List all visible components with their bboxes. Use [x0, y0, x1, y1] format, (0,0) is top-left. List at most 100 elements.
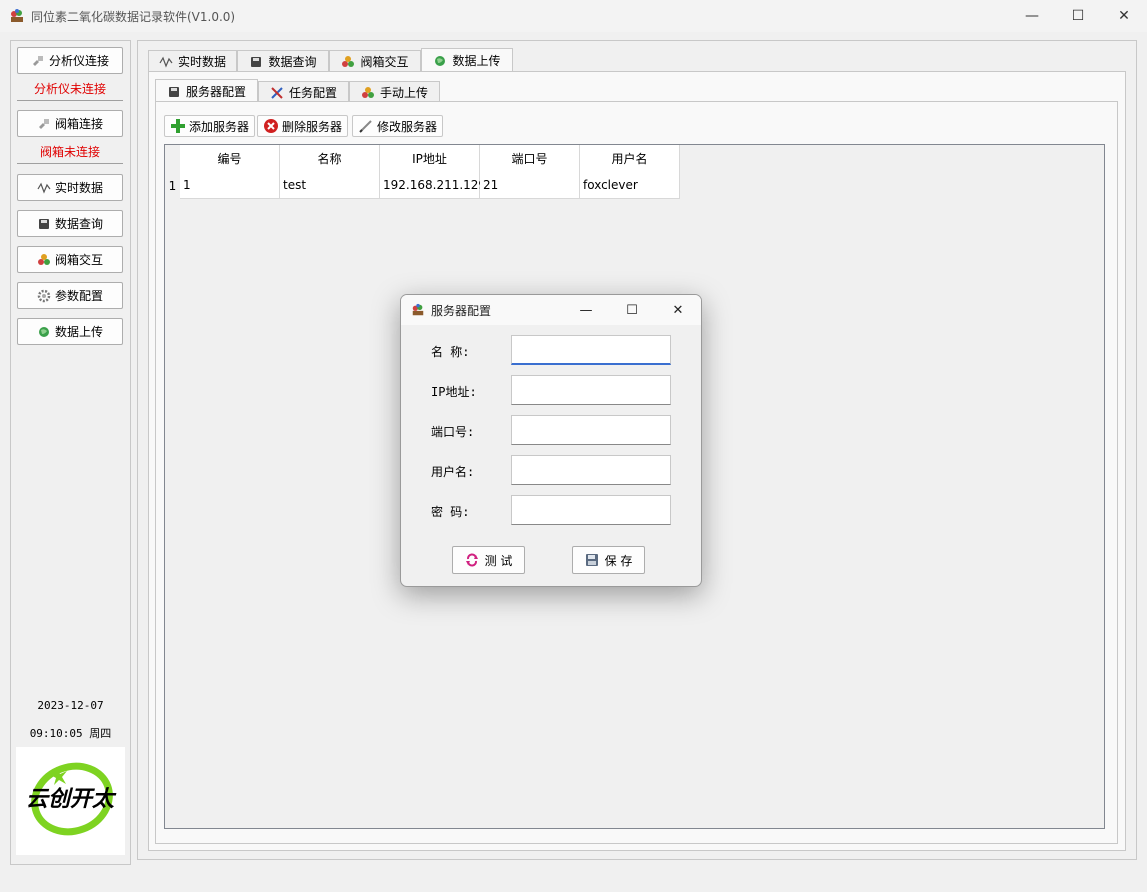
sidebar: 分析仪连接 分析仪未连接 阀箱连接 阀箱未连接 实时数据 数据查询 阀箱交互 参… [10, 40, 131, 865]
tab-label: 阀箱交互 [360, 55, 409, 69]
table-cell[interactable]: 1 [180, 172, 280, 199]
name-label: 名 称: [431, 345, 470, 359]
column-header[interactable]: 用户名 [580, 145, 680, 172]
floppy-disk-icon [585, 553, 599, 567]
cluster-icon [361, 86, 375, 100]
logo-text: 云创开太 [26, 786, 117, 811]
database-icon [249, 55, 263, 69]
realtime-data-button[interactable]: 实时数据 [17, 174, 123, 201]
plug-icon [37, 117, 51, 131]
username-input[interactable] [511, 455, 671, 485]
refresh-icon [465, 553, 479, 567]
name-input[interactable] [511, 335, 671, 365]
subtab-label: 任务配置 [288, 86, 337, 100]
tab-label: 数据上传 [452, 54, 501, 68]
analyzer-connect-label: 分析仪连接 [48, 54, 109, 68]
edit-server-button[interactable]: 修改服务器 [352, 115, 444, 137]
app-icon [411, 303, 425, 317]
dialog-title-bar[interactable]: 服务器配置 — ☐ ✕ [401, 295, 701, 325]
column-header[interactable]: 名称 [280, 145, 380, 172]
table-cell[interactable]: 192.168.211.129 [380, 172, 486, 199]
database-icon [167, 85, 181, 99]
cluster-icon [37, 253, 51, 267]
delete-server-label: 删除服务器 [282, 119, 343, 134]
valve-interaction-label: 阀箱交互 [54, 253, 103, 267]
server-config-dialog: 服务器配置 — ☐ ✕ 名 称: IP地址: 端口号: 用户名: 密 码: 测 … [400, 294, 702, 587]
tab-interaction[interactable]: 阀箱交互 [329, 50, 421, 72]
delete-server-button[interactable]: 删除服务器 [257, 115, 349, 137]
valve-status: 阀箱未连接 [39, 145, 100, 159]
company-logo: 云创开太 [16, 747, 125, 855]
valve-interaction-button[interactable]: 阀箱交互 [17, 246, 123, 273]
database-icon [37, 217, 51, 231]
subtab-label: 服务器配置 [185, 85, 246, 99]
analyzer-status: 分析仪未连接 [33, 82, 106, 96]
row-number[interactable]: 1 [165, 172, 180, 199]
add-server-label: 添加服务器 [189, 119, 250, 134]
dialog-close-button[interactable]: ✕ [655, 295, 701, 325]
ip-label: IP地址: [431, 385, 477, 399]
title-bar: 同位素二氧化碳数据记录软件(V1.0.0) — ☐ ✕ [0, 0, 1147, 32]
ip-input[interactable] [511, 375, 671, 405]
dialog-title: 服务器配置 [431, 303, 492, 318]
valve-connect-button[interactable]: 阀箱连接 [17, 110, 123, 137]
gear-icon [37, 289, 51, 303]
maximize-button[interactable]: ☐ [1055, 0, 1101, 32]
date-display: 2023-12-07 [37, 699, 104, 712]
data-upload-button[interactable]: 数据上传 [17, 318, 123, 345]
port-input[interactable] [511, 415, 671, 445]
column-header[interactable]: 端口号 [480, 145, 580, 172]
password-input[interactable] [511, 495, 671, 525]
tab-label: 数据查询 [268, 55, 317, 69]
close-button[interactable]: ✕ [1101, 0, 1147, 32]
tab-label: 实时数据 [177, 55, 226, 69]
test-button-label: 测 试 [484, 553, 513, 568]
window-title: 同位素二氧化碳数据记录软件(V1.0.0) [31, 9, 236, 24]
minimize-button[interactable]: — [1009, 0, 1055, 32]
param-config-button[interactable]: 参数配置 [17, 282, 123, 309]
data-upload-label: 数据上传 [54, 325, 103, 339]
row-header-gutter [165, 145, 180, 828]
save-button-label: 保 存 [604, 553, 633, 568]
globe-icon [37, 325, 51, 339]
realtime-data-label: 实时数据 [54, 181, 103, 195]
tab-query[interactable]: 数据查询 [237, 50, 329, 72]
delete-icon [263, 118, 279, 134]
edit-server-label: 修改服务器 [377, 119, 438, 134]
table-cell[interactable]: test [280, 172, 380, 199]
add-server-button[interactable]: 添加服务器 [164, 115, 256, 137]
app-icon [9, 8, 25, 24]
table-cell[interactable]: foxclever [580, 172, 680, 199]
dialog-maximize-button[interactable]: ☐ [609, 295, 655, 325]
pencil-icon [358, 118, 374, 134]
save-button[interactable]: 保 存 [572, 546, 645, 574]
valve-connect-label: 阀箱连接 [54, 117, 103, 131]
plus-icon [170, 118, 186, 134]
divider [17, 100, 123, 101]
subtab-server-config[interactable]: 服务器配置 [155, 79, 258, 103]
param-config-label: 参数配置 [54, 289, 103, 303]
waveform-icon [37, 181, 51, 195]
column-header[interactable]: 编号 [180, 145, 280, 172]
cluster-icon [341, 55, 355, 69]
waveform-icon [159, 55, 173, 69]
dialog-minimize-button[interactable]: — [563, 295, 609, 325]
subtab-task-config[interactable]: 任务配置 [258, 81, 349, 103]
tab-upload[interactable]: 数据上传 [421, 48, 513, 72]
data-query-button[interactable]: 数据查询 [17, 210, 123, 237]
analyzer-connect-button[interactable]: 分析仪连接 [17, 47, 123, 74]
tab-realtime[interactable]: 实时数据 [148, 50, 237, 72]
port-label: 端口号: [431, 425, 475, 439]
column-header[interactable]: IP地址 [380, 145, 480, 172]
globe-icon [433, 54, 447, 68]
subtab-label: 手动上传 [379, 86, 428, 100]
table-cell[interactable]: 21 [480, 172, 580, 199]
tools-icon [270, 86, 284, 100]
subtab-manual-upload[interactable]: 手动上传 [349, 81, 440, 103]
time-display: 09:10:05 周四 [29, 727, 112, 740]
username-label: 用户名: [431, 465, 475, 479]
password-label: 密 码: [431, 505, 470, 519]
test-button[interactable]: 测 试 [452, 546, 525, 574]
divider [17, 163, 123, 164]
data-query-label: 数据查询 [54, 217, 103, 231]
